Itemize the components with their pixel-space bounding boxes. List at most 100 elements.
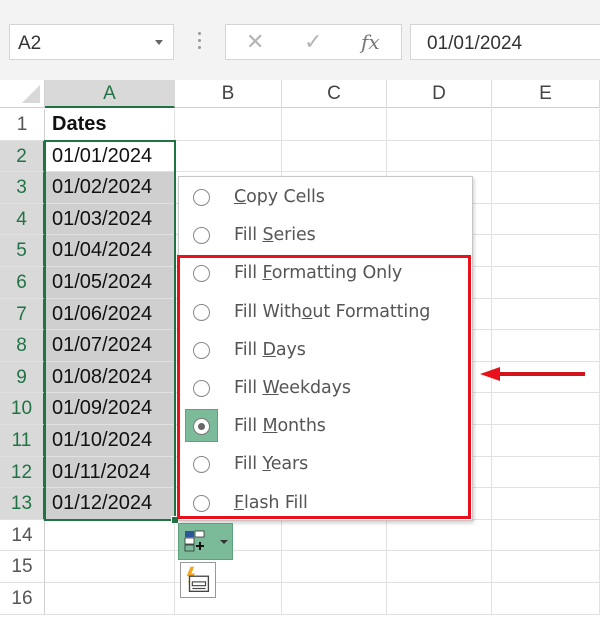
- formula-value[interactable]: 01/01/2024: [427, 33, 522, 55]
- cell-e15[interactable]: [492, 551, 600, 583]
- cell-e11[interactable]: [492, 425, 600, 457]
- radio-button[interactable]: [193, 265, 210, 283]
- formula-buttons: ✕ ✓ fx: [225, 24, 402, 60]
- name-box-dropdown-icon[interactable]: [155, 40, 163, 45]
- row-header-4[interactable]: 4: [0, 203, 45, 236]
- row-header-11[interactable]: 11: [0, 425, 45, 457]
- cell-a10[interactable]: 01/09/2024: [45, 393, 175, 425]
- cell-a1[interactable]: Dates: [45, 109, 175, 141]
- cell-a8[interactable]: 01/07/2024: [45, 330, 175, 362]
- row-header-1[interactable]: 1: [0, 109, 45, 141]
- cell-e10[interactable]: [492, 393, 600, 425]
- chevron-down-icon[interactable]: [220, 540, 228, 544]
- menu-item-flash-fill[interactable]: Flash Fill: [179, 485, 472, 523]
- column-header-e[interactable]: E: [492, 80, 600, 108]
- enter-icon[interactable]: ✓: [304, 29, 322, 55]
- column-header-d[interactable]: D: [387, 80, 492, 108]
- row-header-9[interactable]: 9: [0, 361, 45, 394]
- cell-e8[interactable]: [492, 330, 600, 362]
- menu-item-label: Fill Days: [234, 340, 306, 360]
- row-header-7[interactable]: 7: [0, 298, 45, 331]
- cell-d15[interactable]: [387, 551, 492, 583]
- menu-item-fill-without-formatting[interactable]: Fill Without Formatting: [179, 294, 472, 332]
- label-text: Fill: [234, 416, 263, 437]
- radio-button[interactable]: [193, 227, 210, 245]
- radio-button[interactable]: [193, 494, 210, 512]
- cell-d2[interactable]: [387, 140, 492, 173]
- cell-e12[interactable]: [492, 456, 600, 489]
- row-header-12[interactable]: 12: [0, 456, 45, 489]
- name-box[interactable]: A2: [9, 24, 174, 60]
- menu-item-fill-years[interactable]: Fill Years: [179, 446, 472, 484]
- cell-a9[interactable]: 01/08/2024: [45, 361, 175, 394]
- cell-c1[interactable]: [282, 109, 387, 141]
- cell-c14[interactable]: [282, 519, 387, 552]
- row-header-10[interactable]: 10: [0, 393, 45, 425]
- insert-function-icon[interactable]: fx: [361, 30, 380, 54]
- cell-a2[interactable]: 01/01/2024: [45, 140, 175, 173]
- select-all-corner[interactable]: [0, 80, 45, 108]
- cell-e5[interactable]: [492, 235, 600, 267]
- cell-a12[interactable]: 01/11/2024: [45, 456, 175, 489]
- formula-input[interactable]: 01/01/2024: [410, 24, 600, 60]
- row-header-2[interactable]: 2: [0, 140, 45, 173]
- cell-e3[interactable]: [492, 172, 600, 204]
- radio-button[interactable]: [193, 456, 210, 474]
- cell-b2[interactable]: [175, 140, 282, 173]
- cell-e16[interactable]: [492, 583, 600, 615]
- cell-e4[interactable]: [492, 203, 600, 236]
- cell-e1[interactable]: [492, 109, 600, 141]
- cell-c16[interactable]: [282, 583, 387, 615]
- cell-a14[interactable]: [45, 519, 175, 552]
- cell-e7[interactable]: [492, 298, 600, 331]
- cell-a13[interactable]: 01/12/2024: [45, 488, 175, 520]
- row-header-16[interactable]: 16: [0, 583, 45, 615]
- row-header-13[interactable]: 13: [0, 488, 45, 520]
- column-header-c[interactable]: C: [282, 80, 387, 108]
- cell-a16[interactable]: [45, 583, 175, 615]
- cell-d1[interactable]: [387, 109, 492, 141]
- radio-button[interactable]: [193, 189, 210, 206]
- cell-e6[interactable]: [492, 267, 600, 299]
- radio-button[interactable]: [193, 341, 210, 359]
- cell-a3[interactable]: 01/02/2024: [45, 172, 175, 204]
- cell-c15[interactable]: [282, 551, 387, 583]
- cell-a15[interactable]: [45, 551, 175, 583]
- row-header-15[interactable]: 15: [0, 551, 45, 583]
- cell-e13[interactable]: [492, 488, 600, 520]
- column-header-b[interactable]: B: [175, 80, 282, 108]
- radio-button[interactable]: [193, 303, 210, 321]
- cell-b1[interactable]: [175, 109, 282, 141]
- menu-item-fill-series[interactable]: Fill Series: [179, 217, 472, 255]
- cell-e2[interactable]: [492, 140, 600, 173]
- cell-e14[interactable]: [492, 519, 600, 552]
- cancel-icon[interactable]: ✕: [246, 29, 264, 55]
- name-box-value[interactable]: A2: [18, 33, 41, 55]
- cell-c2[interactable]: [282, 140, 387, 173]
- radio-button[interactable]: [193, 380, 210, 397]
- cell-a6[interactable]: 01/05/2024: [45, 267, 175, 299]
- menu-item-label: Fill Months: [234, 416, 326, 436]
- cell-a5[interactable]: 01/04/2024: [45, 235, 175, 267]
- cell-a4[interactable]: 01/03/2024: [45, 203, 175, 236]
- row-header-8[interactable]: 8: [0, 330, 45, 362]
- row-header-3[interactable]: 3: [0, 172, 45, 204]
- menu-item-fill-months[interactable]: Fill Months: [179, 408, 472, 446]
- cell-d16[interactable]: [387, 583, 492, 615]
- autofill-options-button[interactable]: [178, 523, 233, 560]
- row-header-5[interactable]: 5: [0, 235, 45, 267]
- cell-a11[interactable]: 01/10/2024: [45, 425, 175, 457]
- access-key: C: [234, 187, 247, 207]
- column-header-a[interactable]: A: [45, 80, 175, 108]
- row-header-14[interactable]: 14: [0, 519, 45, 552]
- row-header-6[interactable]: 6: [0, 267, 45, 299]
- cell-d14[interactable]: [387, 519, 492, 552]
- menu-item-copy-cells[interactable]: Copy Cells: [179, 179, 472, 217]
- menu-item-fill-formatting-only[interactable]: Fill Formatting Only: [179, 255, 472, 293]
- menu-item-fill-weekdays[interactable]: Fill Weekdays: [179, 370, 472, 408]
- access-key: Y: [262, 454, 271, 475]
- menu-item-fill-days[interactable]: Fill Days: [179, 332, 472, 370]
- formula-bar-resize-handle[interactable]: [198, 32, 202, 52]
- flash-fill-quick-icon[interactable]: [180, 562, 216, 598]
- cell-a7[interactable]: 01/06/2024: [45, 298, 175, 331]
